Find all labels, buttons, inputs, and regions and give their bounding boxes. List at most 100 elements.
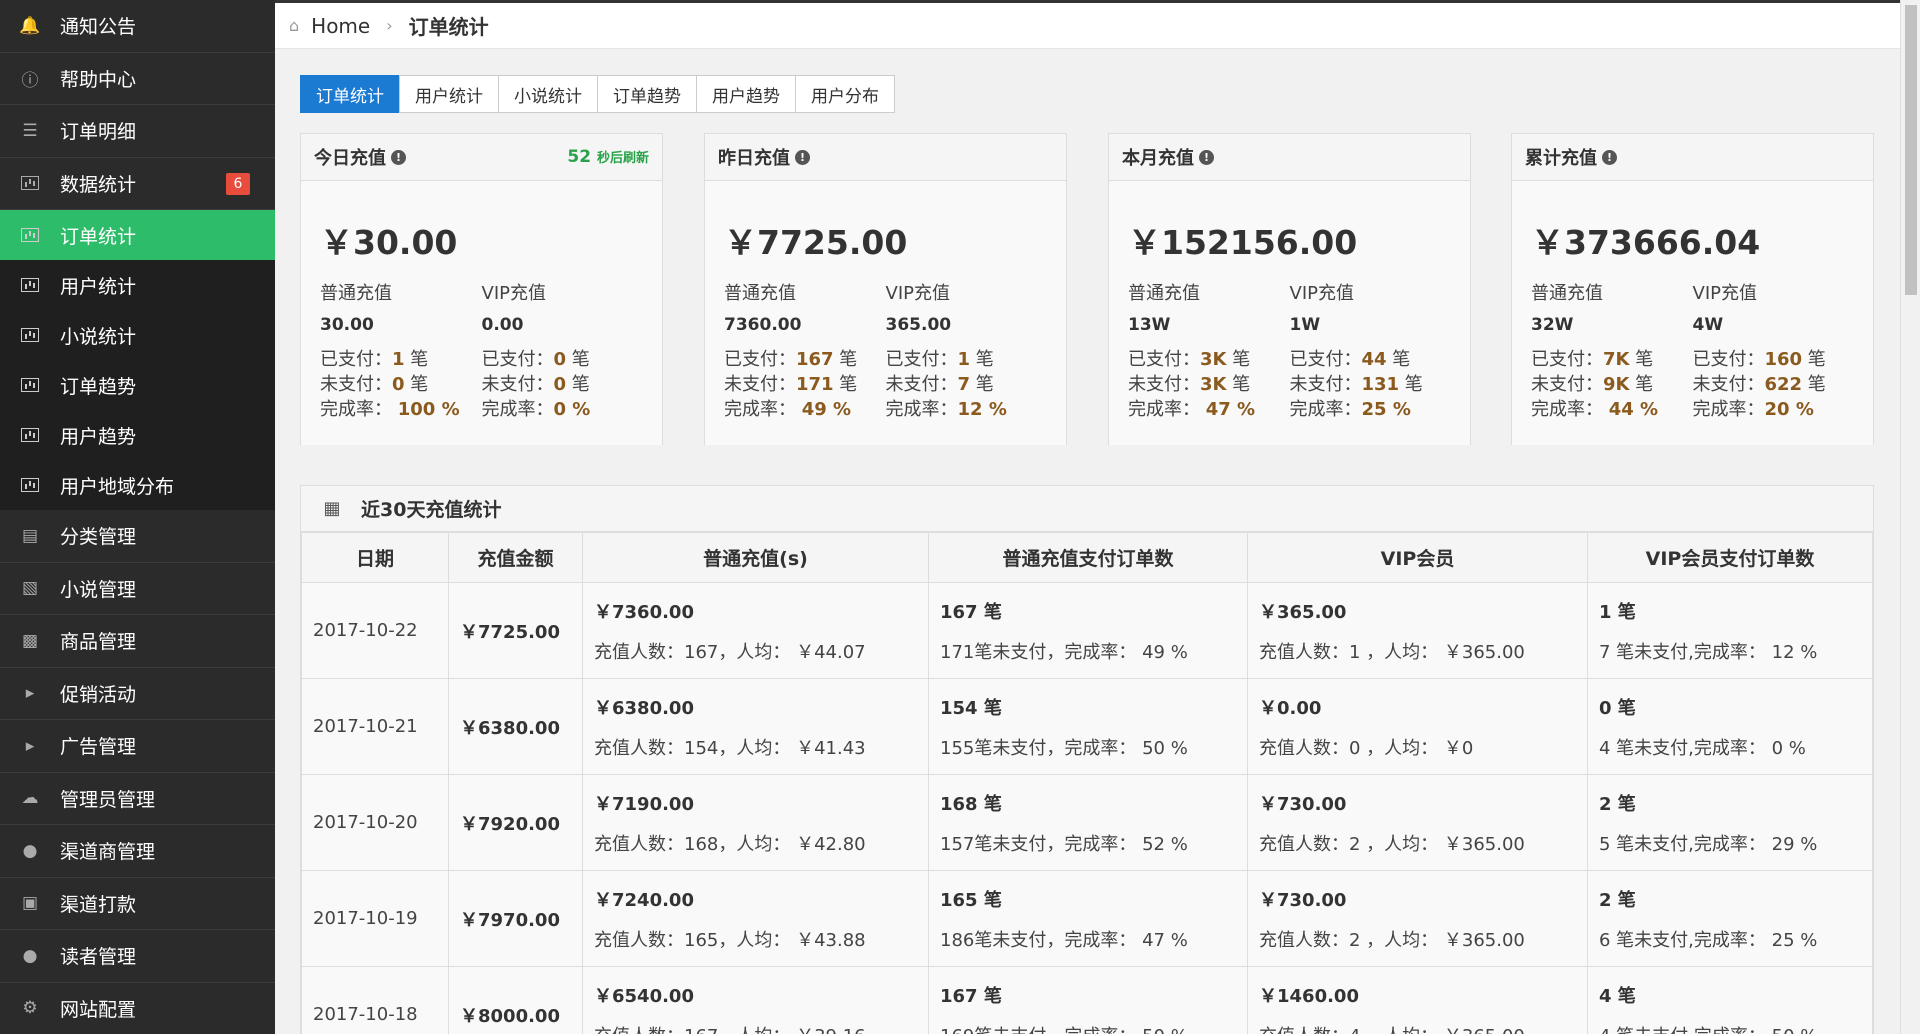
sidebar-item-channel-payment[interactable]: ▣ 渠道打款 [0, 878, 275, 930]
sidebar-item-label: 帮助中心 [60, 68, 137, 91]
vip-detail: 充值人数：2 ，人均： ￥365.00 [1259, 929, 1525, 951]
paid-count: 1 [957, 349, 971, 370]
sidebar-subitem-user-region[interactable]: 用户地域分布 [0, 460, 275, 510]
breadcrumb-home-link[interactable]: Home [311, 14, 370, 38]
rate-label: 完成率： [1531, 399, 1603, 420]
cell-vip: ￥0.00 充值人数：0 ，人均： ￥0 [1247, 678, 1588, 775]
tab-order-trend[interactable]: 订单趋势 [597, 75, 697, 113]
unit-label: 笔 [1386, 349, 1411, 370]
paid-count: 44 [1361, 349, 1387, 370]
cell-vip-orders: 1 笔 7 笔未支付,完成率： 12 % [1587, 582, 1873, 679]
sidebar-subitem-order-stats[interactable]: 订单统计 [0, 210, 275, 260]
unit-label: 笔 [1629, 374, 1654, 395]
breadcrumb: ⌂ Home › 订单统计 [275, 3, 1900, 49]
vip-label: VIP充值 [885, 283, 950, 304]
sidebar-item-order-detail[interactable]: ☰ 订单明细 [0, 105, 275, 158]
card-total-recharge: 累计充值 ! ￥373666.04 普通充值 32W 已支付：7K 笔 未支付：… [1511, 133, 1874, 445]
unpaid-label: 未支付： [320, 374, 392, 395]
cell-total: ￥6380.00 [448, 678, 583, 775]
page-scrollbar[interactable] [1900, 0, 1920, 1034]
normal-value: 7360.00 [724, 315, 802, 335]
sidebar-item-category[interactable]: ▤ 分类管理 [0, 510, 275, 563]
tab-user-stats[interactable]: 用户统计 [399, 75, 499, 113]
unpaid-label: 未支付： [1128, 374, 1200, 395]
normal-detail: 充值人数：167，人均： ￥44.07 [594, 641, 866, 663]
sidebar-item-promotion[interactable]: ▸ 促销活动 [0, 668, 275, 720]
normal-paid: 已支付：7K 笔 [1531, 347, 1693, 372]
sidebar-subitem-label: 用户统计 [60, 275, 137, 298]
sidebar-subitem-order-trend[interactable]: 订单趋势 [0, 360, 275, 410]
normal-orders-count: 167 笔 [940, 985, 1002, 1007]
sidebar-item-site-config[interactable]: ⚙ 网站配置 [0, 983, 275, 1034]
sidebar-item-readers[interactable]: ● 读者管理 [0, 930, 275, 983]
info-icon[interactable]: ! [1199, 149, 1214, 165]
unit-label: 笔 [566, 374, 590, 395]
unpaid-count: 622 [1764, 374, 1803, 395]
unpaid-count: 7 [957, 374, 971, 395]
card-body: ￥152156.00 普通充值 13W 已支付：3K 笔 未支付：3K 笔 完成… [1109, 181, 1470, 445]
normal-orders-detail: 157笔未支付，完成率： 52 % [940, 833, 1188, 855]
vip-unpaid: 未支付：131 笔 [1290, 372, 1452, 397]
panel-header: ▦ 近30天充值统计 [301, 486, 1873, 532]
vip-amount: ￥730.00 [1259, 889, 1347, 911]
info-icon[interactable]: ! [1602, 149, 1617, 165]
bar-chart-icon [0, 228, 60, 242]
cell-date: 2017-10-22 [301, 582, 449, 679]
vip-amount: ￥1460.00 [1259, 985, 1359, 1007]
sidebar-item-label: 订单明细 [60, 121, 137, 144]
unpaid-label: 未支付： [1692, 374, 1765, 395]
normal-paid: 已支付：3K 笔 [1128, 347, 1290, 372]
vip-rate: 完成率：0 % [482, 397, 644, 422]
bell-icon: 🔔 [19, 15, 41, 36]
sidebar-item-label: 促销活动 [60, 683, 137, 706]
table-row: 2017-10-22 ￥7725.00 ￥7360.00 充值人数：167，人均：… [301, 582, 1873, 679]
card-month-recharge: 本月充值 ! ￥152156.00 普通充值 13W 已支付：3K 笔 未支付：… [1108, 133, 1471, 445]
sidebar-subitem-novel-stats[interactable]: 小说统计 [0, 310, 275, 360]
normal-label: 普通充值 [320, 283, 392, 304]
normal-orders-detail: 171笔未支付，完成率： 49 % [940, 641, 1188, 663]
sidebar-item-label: 小说管理 [60, 578, 137, 601]
vip-paid: 已支付：0 笔 [482, 347, 644, 372]
normal-amount: ￥7240.00 [594, 889, 694, 911]
sidebar-item-novel[interactable]: ▧ 小说管理 [0, 563, 275, 615]
info-icon[interactable]: ! [795, 149, 810, 165]
sidebar-item-label: 商品管理 [60, 631, 137, 654]
rate-value: 44 % [1608, 399, 1659, 420]
sidebar-item-admin[interactable]: ☁ 管理员管理 [0, 773, 275, 825]
rate-label: 完成率： [724, 399, 796, 420]
normal-paid: 已支付：167 笔 [724, 347, 886, 372]
normal-detail: 充值人数：154，人均： ￥41.43 [594, 737, 866, 759]
paid-count: 0 [553, 349, 567, 370]
unpaid-count: 171 [796, 374, 834, 395]
info-icon[interactable]: ! [391, 149, 406, 165]
cell-vip-orders: 4 笔 4 笔未支付,完成率： 50 % [1587, 966, 1873, 1034]
sidebar-subitem-user-stats[interactable]: 用户统计 [0, 260, 275, 310]
cell-vip: ￥1460.00 充值人数：4 ，人均： ￥365.00 [1247, 966, 1588, 1034]
normal-orders-detail: 169笔未支付，完成率： 50 % [940, 1022, 1236, 1034]
unpaid-count: 0 [553, 374, 567, 395]
sidebar-item-ads[interactable]: ▸ 广告管理 [0, 720, 275, 773]
cell-vip-orders: 2 笔 5 笔未支付,完成率： 29 % [1587, 774, 1873, 871]
sidebar-item-notice[interactable]: 🔔 通知公告 [0, 0, 275, 53]
sidebar-item-channel[interactable]: ● 渠道商管理 [0, 825, 275, 878]
sidebar-subitem-user-trend[interactable]: 用户趋势 [0, 410, 275, 460]
unpaid-count: 131 [1361, 374, 1400, 395]
card-values: 普通充值 30.00 已支付：1 笔 未支付：0 笔 完成率： 100 % VI… [320, 273, 643, 422]
sidebar-item-label: 渠道打款 [60, 893, 137, 916]
vip-value: 4W [1692, 315, 1724, 335]
vip-orders-count: 1 笔 [1599, 601, 1636, 623]
tab-user-distribution[interactable]: 用户分布 [795, 75, 895, 113]
sidebar-item-data-stats[interactable]: 数据统计 6 [0, 158, 275, 210]
unit-label: 笔 [1802, 374, 1826, 395]
card-title: 累计充值 [1525, 148, 1597, 169]
scrollbar-thumb[interactable] [1905, 5, 1917, 295]
sidebar-item-goods[interactable]: ▩ 商品管理 [0, 615, 275, 668]
tab-novel-stats[interactable]: 小说统计 [498, 75, 598, 113]
refresh-seconds: 52 [567, 147, 592, 167]
tab-order-stats[interactable]: 订单统计 [300, 75, 400, 113]
tab-user-trend[interactable]: 用户趋势 [696, 75, 796, 113]
sidebar-item-help[interactable]: ⓘ 帮助中心 [0, 53, 275, 105]
normal-rate: 完成率： 44 % [1531, 397, 1693, 422]
paid-label: 已支付： [320, 349, 392, 370]
sidebar-item-label: 渠道商管理 [60, 841, 156, 864]
